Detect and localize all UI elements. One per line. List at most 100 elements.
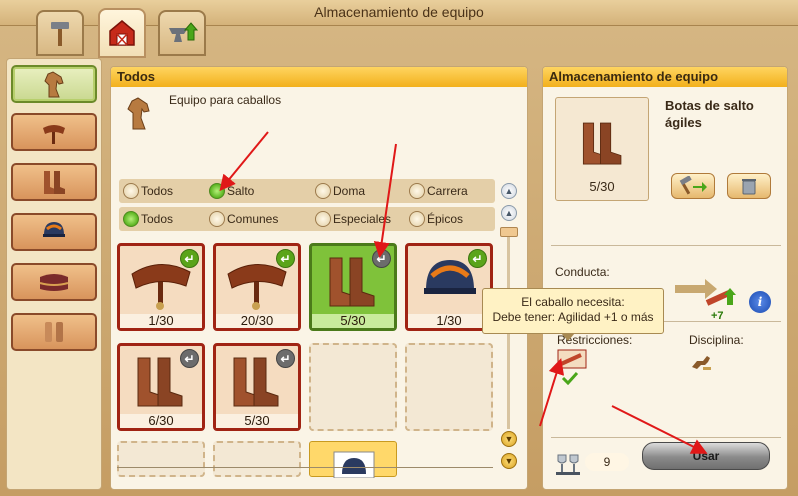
scroll-bottom-button[interactable]: ▼ (501, 453, 517, 469)
discard-button[interactable] (727, 173, 771, 199)
grid-bottom-divider (117, 467, 493, 468)
horse-head-icon (127, 97, 150, 130)
item-count: 6/30 (120, 414, 202, 428)
filter-label: Doma (333, 184, 366, 198)
equip-badge[interactable]: ↵ (180, 349, 199, 368)
rail-saddle-pads[interactable] (11, 263, 97, 301)
filter-label: Todos (141, 212, 174, 226)
item-slot[interactable]: ↵ 5/30 (213, 343, 301, 431)
restriction-item-icon (557, 349, 587, 369)
filter-discipline-salto[interactable]: Salto (209, 183, 254, 199)
conducta-label: Conducta: (555, 265, 610, 279)
tooltip-line: Debe tener: Agilidad +1 o más (492, 310, 654, 324)
upgrade-button[interactable] (671, 173, 715, 199)
item-slot-selected[interactable]: ↵ 5/30 (309, 243, 397, 331)
tab-upgrade[interactable] (158, 10, 206, 56)
upgrade-item-icon (705, 288, 736, 306)
radio-button[interactable] (409, 211, 425, 227)
anvil-upgrade-icon (169, 22, 198, 42)
saddle-icon (43, 125, 65, 144)
info-icon[interactable]: i (749, 291, 771, 313)
leg-wraps-icon (45, 322, 63, 342)
radio-button[interactable] (209, 183, 225, 199)
tooltip-line: El caballo necesita: (521, 295, 625, 309)
tab-storage[interactable] (98, 8, 146, 58)
filter-label: Épicos (427, 212, 464, 226)
radio-button[interactable] (209, 211, 225, 227)
category-rail (6, 58, 102, 490)
radio-button[interactable] (123, 183, 139, 199)
scroll-thumb[interactable] (500, 227, 518, 237)
helmet-icon (333, 451, 375, 478)
barn-icon (109, 20, 135, 46)
equip-badge[interactable]: ↵ (468, 249, 487, 268)
detail-item-box: 5/30 (555, 97, 649, 201)
item-slot[interactable]: ↵ 1/30 (117, 243, 205, 331)
filter-rarity-epicos[interactable]: Épicos (409, 211, 463, 227)
hammer-icon (51, 22, 69, 46)
inventory-panel: Todos Equipo para caballos Todos Salto D… (110, 66, 528, 490)
trophy-icon (556, 454, 580, 475)
empty-slot (405, 343, 493, 431)
equip-badge[interactable]: ↵ (276, 249, 295, 268)
filter-rarity-todos[interactable]: Todos (123, 211, 173, 227)
equip-badge[interactable]: ↵ (180, 249, 199, 268)
tab-crafting[interactable] (36, 10, 84, 56)
requirement-tooltip: El caballo necesita: Debe tener: Agilida… (482, 288, 664, 341)
empty-slot (213, 441, 301, 477)
boots-icon (582, 122, 622, 165)
radio-button[interactable] (315, 211, 331, 227)
filter-label: Carrera (427, 184, 468, 198)
rail-boots[interactable] (11, 163, 97, 201)
filter-rarity-comunes[interactable]: Comunes (209, 211, 278, 227)
equip-badge[interactable]: ↵ (276, 349, 295, 368)
saddle-pad-icon (39, 274, 69, 291)
filter-rarity-especiales[interactable]: Especiales (315, 211, 391, 227)
discipline-filter-bar: Todos Salto Doma Carrera (119, 179, 495, 203)
item-slot[interactable]: ↵ 1/30 (405, 243, 493, 331)
scroll-down-button[interactable]: ▼ (501, 431, 517, 447)
rail-leg-wraps[interactable] (11, 313, 97, 351)
divider (551, 245, 781, 246)
rail-helmets[interactable] (11, 213, 97, 251)
filter-discipline-doma[interactable]: Doma (315, 183, 365, 199)
item-slot[interactable]: ↵ 20/30 (213, 243, 301, 331)
empty-slot (309, 343, 397, 431)
equip-badge[interactable]: ↵ (372, 249, 391, 268)
checkmark-icon (561, 371, 579, 385)
item-slot-partial[interactable] (309, 441, 397, 478)
filter-label: Todos (141, 184, 174, 198)
inventory-subtitle: Equipo para caballos (169, 93, 282, 107)
helmet-icon (43, 222, 65, 237)
radio-button[interactable] (123, 211, 139, 227)
item-slot[interactable]: ↵ 6/30 (117, 343, 205, 431)
item-count: 1/30 (408, 314, 490, 328)
trophy-count: 9 (585, 453, 629, 471)
rail-all-equipment[interactable] (11, 65, 97, 103)
detail-item-name: Botas de salto ágiles (665, 98, 754, 130)
item-count: 1/30 (120, 314, 202, 328)
filter-label: Salto (227, 184, 255, 198)
scroll-up-button[interactable]: ▲ (501, 205, 517, 221)
radio-button[interactable] (409, 183, 425, 199)
radio-button[interactable] (315, 183, 331, 199)
hammer-arrow-icon (679, 176, 707, 195)
use-button[interactable]: Usar (642, 442, 770, 470)
filter-discipline-carrera[interactable]: Carrera (409, 183, 468, 199)
boots-icon (44, 171, 65, 194)
filter-label: Especiales (333, 212, 392, 226)
divider (551, 437, 781, 438)
item-count: 20/30 (216, 314, 298, 328)
scroll-top-button[interactable]: ▲ (501, 183, 517, 199)
horse-head-icon (44, 71, 64, 98)
filter-label: Comunes (227, 212, 279, 226)
item-count: 5/30 (312, 314, 394, 328)
rarity-filter-bar: Todos Comunes Especiales Épicos (119, 207, 495, 231)
jumping-horse-icon (692, 356, 711, 370)
item-count: 5/30 (216, 414, 298, 428)
trash-icon (742, 179, 756, 195)
detail-panel: Almacenamiento de equipo 5/30 Botas de s… (542, 66, 788, 490)
filter-discipline-todos[interactable]: Todos (123, 183, 173, 199)
disciplina-label: Disciplina: (689, 333, 744, 347)
rail-saddles[interactable] (11, 113, 97, 151)
